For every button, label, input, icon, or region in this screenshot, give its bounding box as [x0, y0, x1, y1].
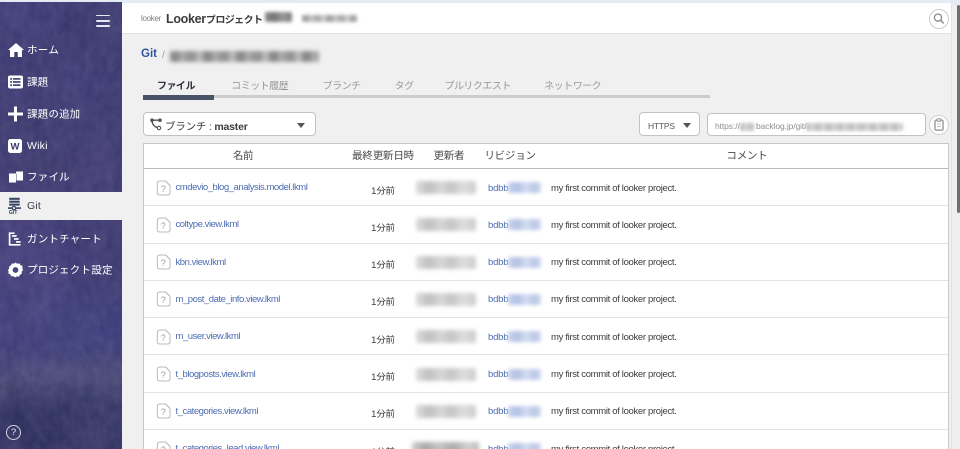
svg-text:?: ? [160, 295, 165, 305]
svg-text:W: W [11, 141, 20, 152]
svg-text:?: ? [160, 258, 165, 268]
svg-text:?: ? [160, 332, 165, 342]
svg-text:?: ? [160, 183, 165, 193]
svg-text:GIT: GIT [9, 210, 18, 214]
svg-text:?: ? [160, 444, 165, 449]
svg-text:?: ? [160, 370, 165, 380]
svg-text:?: ? [160, 221, 165, 231]
svg-text:?: ? [160, 407, 165, 417]
